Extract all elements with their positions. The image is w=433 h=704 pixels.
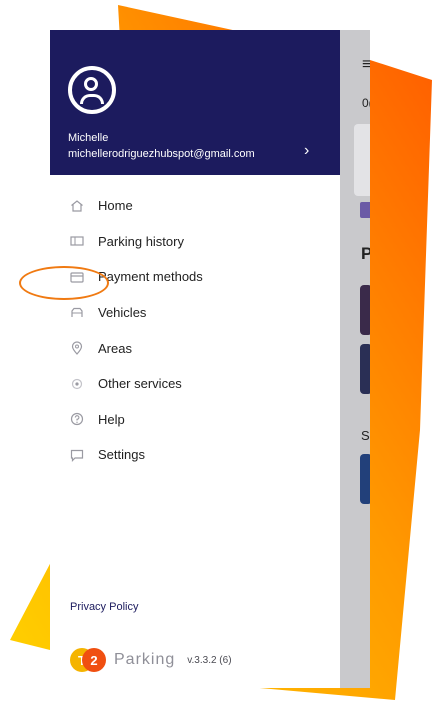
background-text: 0( (362, 96, 370, 110)
avatar-icon (68, 66, 116, 114)
menu-item-vehicles[interactable]: Vehicles (50, 295, 340, 331)
menu-item-label: Settings (98, 447, 145, 463)
background-button (360, 202, 370, 218)
drawer-header[interactable]: Michelle michellerodriguezhubspot@gmail.… (50, 30, 340, 175)
hamburger-icon: ≡ (362, 56, 370, 73)
t2-logo: T 2 (70, 648, 106, 672)
menu-item-label: Areas (98, 340, 132, 356)
navigation-drawer: Michelle michellerodriguezhubspot@gmail.… (50, 30, 340, 688)
menu-item-settings[interactable]: Settings (50, 437, 340, 473)
user-name: Michelle (68, 132, 109, 144)
menu-item-label: Help (98, 411, 125, 427)
drawer-menu: Home Parking history Payment methods Veh… (50, 188, 340, 473)
privacy-policy-link[interactable]: Privacy Policy (70, 601, 138, 613)
background-thumbnail (360, 285, 370, 335)
menu-item-other-services[interactable]: Other services (50, 366, 340, 402)
background-thumbnail (360, 344, 370, 394)
brand-name: Parking (114, 651, 176, 668)
menu-item-label: Vehicles (98, 305, 147, 321)
background-thumbnail (360, 454, 370, 504)
menu-item-home[interactable]: Home (50, 188, 340, 224)
chevron-right-icon[interactable]: › (304, 142, 309, 160)
menu-item-label: Other services (98, 376, 182, 392)
menu-item-label: Home (98, 198, 133, 214)
background-screen: ≡ 0( P S (340, 30, 370, 688)
app-version: v.3.3.2 (6) (187, 654, 232, 666)
home-icon (71, 200, 83, 212)
menu-item-areas[interactable]: Areas (50, 330, 340, 366)
user-email: michellerodriguezhubspot@gmail.com (68, 148, 255, 160)
map-pin-icon (71, 341, 83, 356)
services-icon (71, 378, 83, 389)
chat-icon (70, 449, 84, 462)
menu-item-parking-history[interactable]: Parking history (50, 224, 340, 260)
background-section-label: S (361, 428, 370, 443)
app-footer: T 2 Parking v.3.3.2 (6) (70, 648, 232, 672)
help-icon (70, 413, 84, 426)
menu-item-label: Payment methods (98, 269, 203, 285)
highlight-annotation (19, 266, 109, 300)
vehicle-icon (71, 307, 83, 317)
ticket-icon (70, 236, 84, 246)
background-heading: P (361, 244, 370, 263)
background-card (354, 124, 370, 196)
menu-item-label: Parking history (98, 233, 184, 249)
menu-item-help[interactable]: Help (50, 402, 340, 438)
